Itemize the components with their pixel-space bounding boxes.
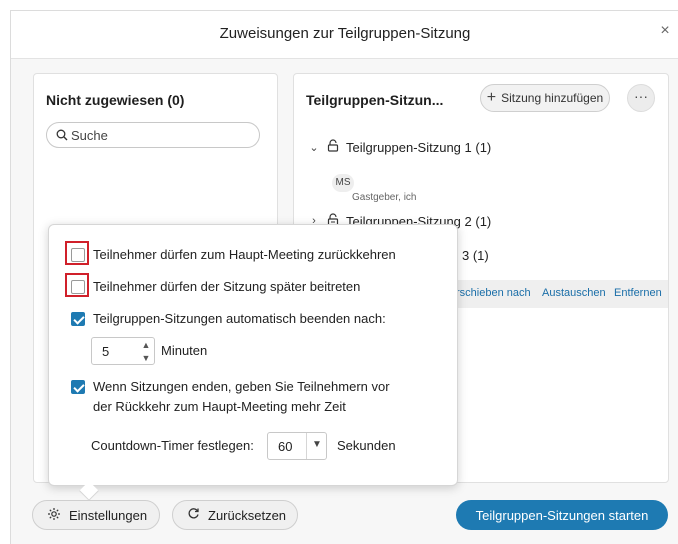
unassigned-heading: Nicht zugewiesen (0)	[46, 92, 185, 108]
minutes-value: 5	[102, 344, 110, 359]
option-label: Teilnehmer dürfen zum Haupt-Meeting zurü…	[93, 247, 396, 262]
chevron-down-icon[interactable]: ⌄	[308, 141, 320, 154]
option-label: Teilgruppen-Sitzungen automatisch beende…	[93, 311, 386, 326]
add-session-button[interactable]: + Sitzung hinzufügen	[480, 84, 610, 112]
countdown-value: 60	[278, 439, 293, 454]
gear-icon	[47, 507, 61, 524]
chevron-up-icon[interactable]: ▲	[140, 339, 152, 351]
settings-popover: Teilnehmer dürfen zum Haupt-Meeting zurü…	[48, 224, 458, 486]
search-box[interactable]	[46, 122, 260, 148]
checkbox-extra-time[interactable]	[71, 380, 85, 394]
session-item-1[interactable]: ⌄ Teilgruppen-Sitzung 1 (1)	[308, 136, 491, 158]
move-to-link[interactable]: rschieben nach	[456, 287, 531, 299]
option-label: Teilnehmer dürfen der Sitzung später bei…	[93, 279, 361, 294]
checkbox-auto-end[interactable]	[71, 312, 85, 326]
close-icon[interactable]: ×	[655, 21, 675, 41]
settings-label: Einstellungen	[69, 507, 148, 523]
sessions-heading: Teilgruppen-Sitzun...	[306, 92, 444, 108]
dialog-header: Zuweisungen zur Teilgruppen-Sitzung ×	[11, 11, 678, 59]
countdown-label: Countdown-Timer festlegen:	[91, 438, 254, 453]
participant-item[interactable]: MS Gastgeber, ich	[332, 172, 532, 206]
option-extra-time[interactable]: Wenn Sitzungen enden, geben Sie Teilnehm…	[71, 377, 411, 417]
session-label: 3 (1)	[462, 247, 489, 263]
reset-label: Zurücksetzen	[208, 507, 287, 523]
seconds-unit: Sekunden	[337, 438, 396, 453]
settings-button[interactable]: Einstellungen	[32, 500, 160, 530]
start-breakout-sessions-button[interactable]: Teilgruppen-Sitzungen starten	[456, 500, 668, 530]
reset-button[interactable]: Zurücksetzen	[172, 500, 298, 530]
checkbox-join-later[interactable]	[71, 280, 85, 294]
swap-link[interactable]: Austauschen	[542, 287, 606, 299]
session-item-3[interactable]: 3 (1)	[462, 244, 489, 266]
avatar: MS	[332, 174, 354, 192]
chevron-down-icon[interactable]: ▼	[310, 439, 324, 450]
select-divider	[306, 433, 307, 459]
search-input[interactable]	[71, 126, 251, 144]
minutes-stepper[interactable]: 5 ▲ ▼	[91, 337, 155, 365]
reset-icon	[187, 507, 200, 523]
countdown-select[interactable]: 60 ▼	[267, 432, 327, 460]
search-icon	[56, 128, 68, 146]
remove-link[interactable]: Entfernen	[614, 287, 662, 299]
option-auto-end[interactable]: Teilgruppen-Sitzungen automatisch beende…	[71, 311, 386, 326]
option-label: Wenn Sitzungen enden, geben Sie Teilnehm…	[93, 379, 390, 414]
dialog-title: Zuweisungen zur Teilgruppen-Sitzung	[219, 25, 471, 42]
more-options-button[interactable]: ···	[627, 84, 655, 112]
session-label: Teilgruppen-Sitzung 1 (1)	[346, 139, 492, 155]
option-join-later[interactable]: Teilnehmer dürfen der Sitzung später bei…	[71, 279, 360, 294]
chevron-down-icon[interactable]: ▼	[140, 352, 152, 364]
option-return-to-main[interactable]: Teilnehmer dürfen zum Haupt-Meeting zurü…	[71, 247, 396, 262]
participant-role: Gastgeber, ich	[352, 192, 417, 203]
checkbox-return-to-main[interactable]	[71, 248, 85, 262]
add-session-label: Sitzung hinzufügen	[501, 91, 604, 105]
lock-icon	[327, 139, 339, 155]
minutes-unit: Minuten	[161, 343, 208, 358]
plus-icon: +	[486, 89, 497, 106]
